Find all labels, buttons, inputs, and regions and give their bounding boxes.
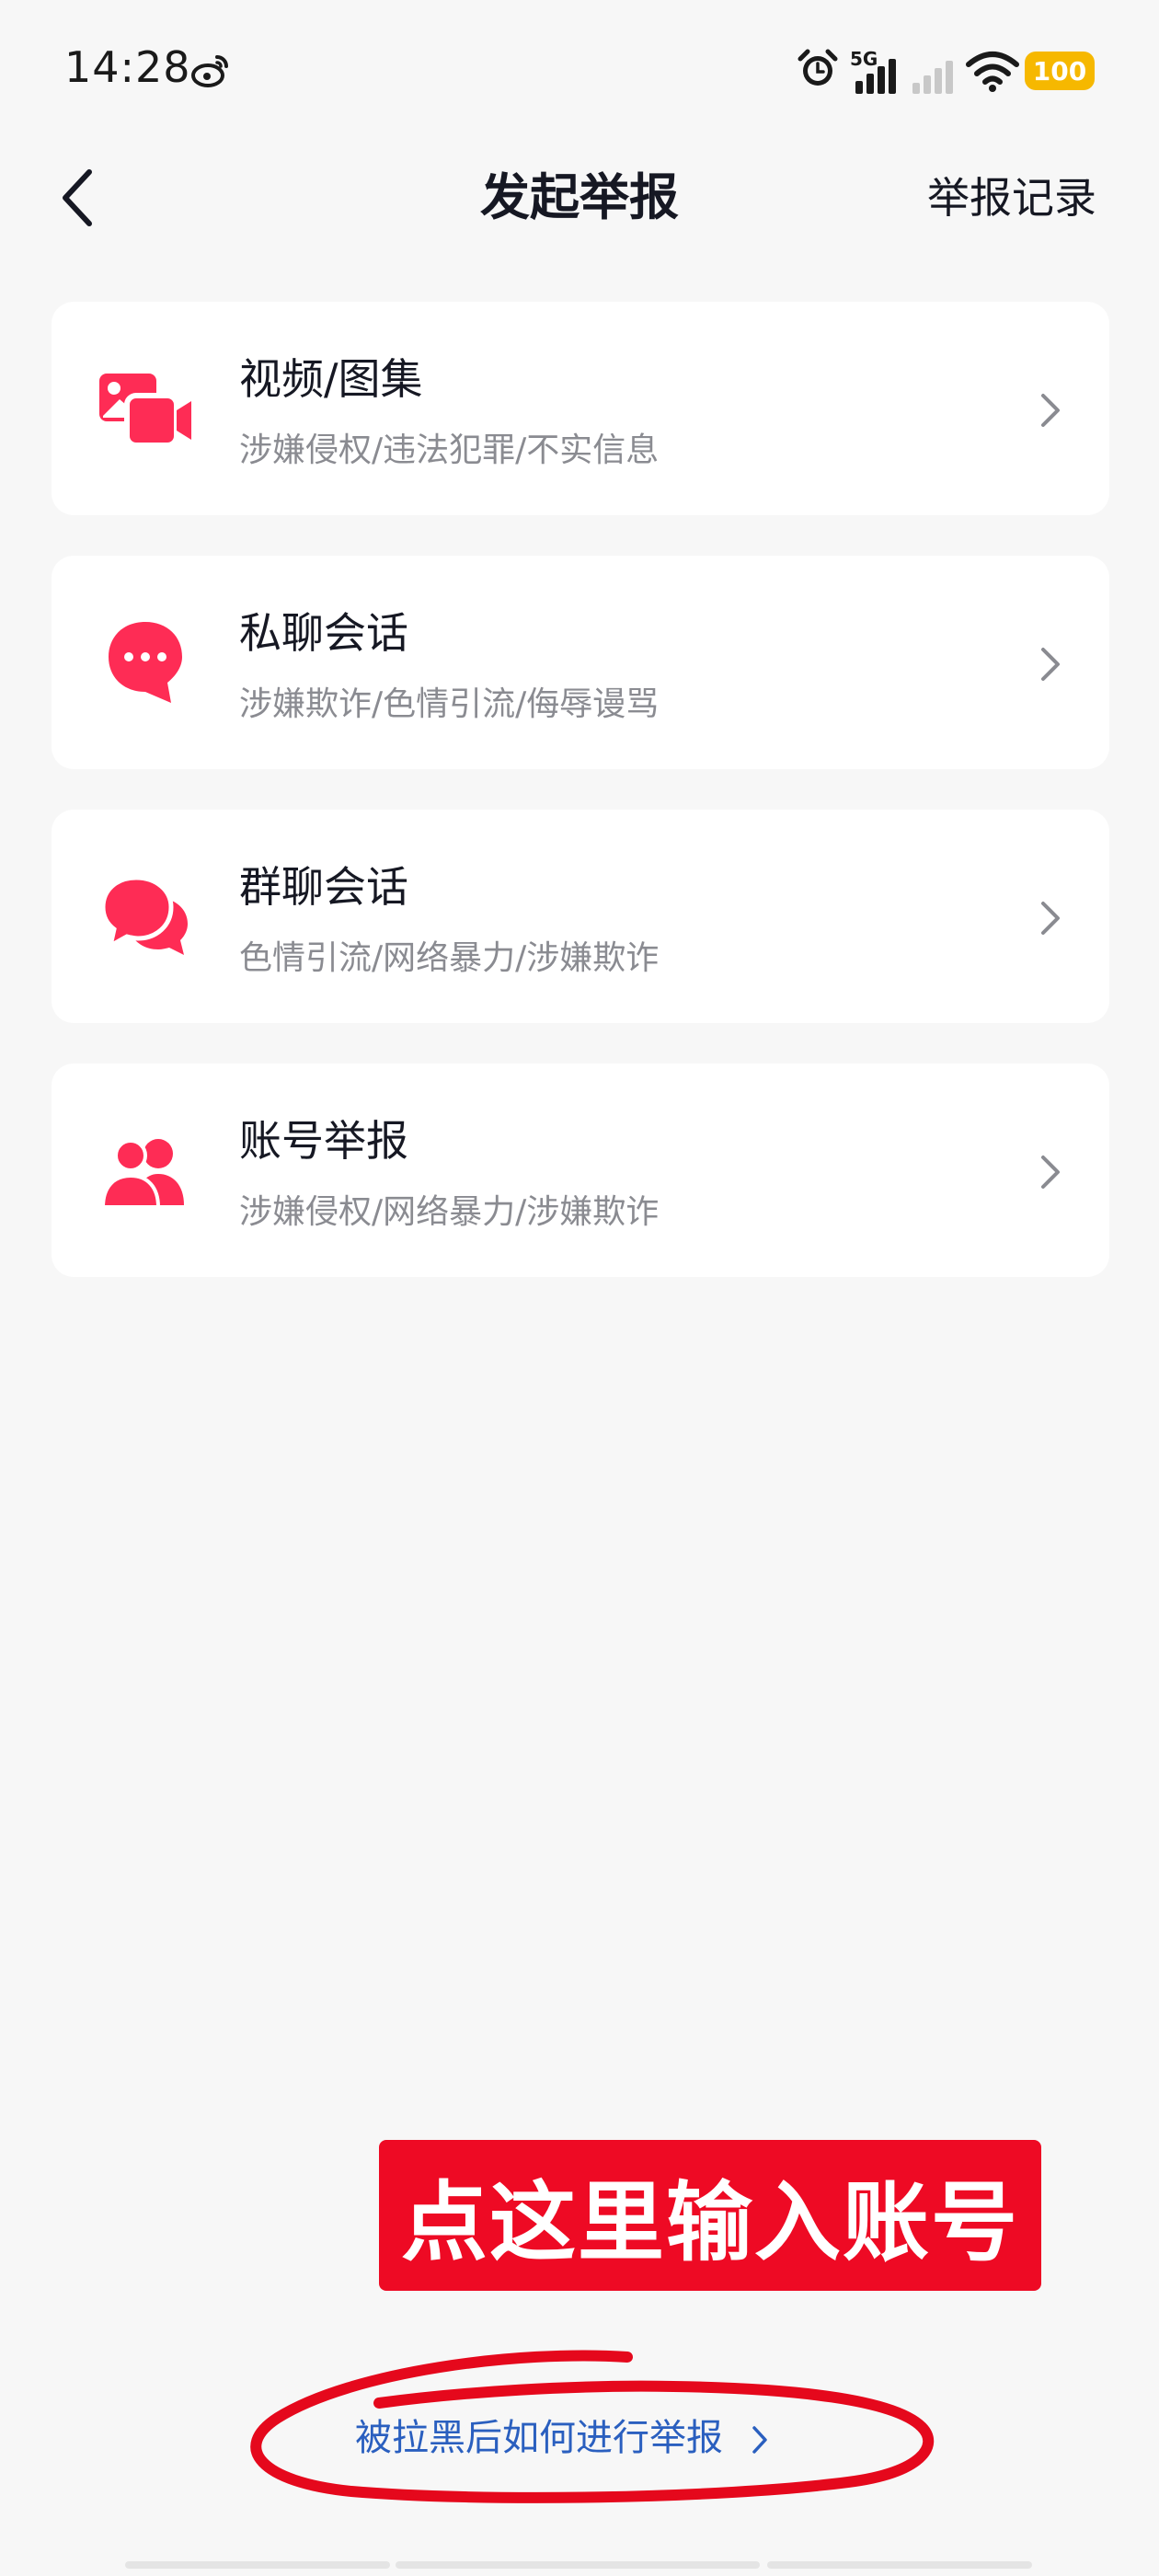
nav-indicator-segment (125, 2561, 390, 2569)
chevron-right-icon (1041, 648, 1060, 681)
report-records-link[interactable]: 举报记录 (927, 166, 1096, 230)
help-link-label: 被拉黑后如何进行举报 (355, 2417, 723, 2459)
back-button[interactable] (46, 166, 110, 230)
signal-strength-secondary-icon (912, 61, 953, 94)
report-option-title: 账号举报 (239, 1116, 408, 1166)
status-bar: 14:28 5G 100 (0, 0, 1159, 147)
chevron-right-icon (1041, 902, 1060, 935)
chevron-right-icon (1041, 394, 1060, 427)
report-option-subtitle: 涉嫌欺诈/色情引流/侮辱谩骂 (239, 685, 660, 723)
nav-indicator-segment (396, 2561, 760, 2569)
report-option-private-chat[interactable]: 私聊会话 涉嫌欺诈/色情引流/侮辱谩骂 (52, 556, 1109, 769)
report-option-subtitle: 涉嫌侵权/违法犯罪/不实信息 (239, 431, 660, 469)
report-option-video[interactable]: 视频/图集 涉嫌侵权/违法犯罪/不实信息 (52, 302, 1109, 515)
report-option-group-chat[interactable]: 群聊会话 色情引流/网络暴力/涉嫌欺诈 (52, 810, 1109, 1023)
nav-indicator-segment (767, 2561, 1032, 2569)
chevron-right-icon (752, 2426, 767, 2454)
chevron-left-icon (63, 169, 92, 226)
chevron-right-icon (1041, 1156, 1060, 1189)
video-gallery-icon (99, 374, 191, 448)
report-option-title: 视频/图集 (239, 354, 423, 404)
report-option-account[interactable]: 账号举报 涉嫌侵权/网络暴力/涉嫌欺诈 (52, 1064, 1109, 1277)
report-option-subtitle: 涉嫌侵权/网络暴力/涉嫌欺诈 (239, 1193, 660, 1231)
alarm-icon (798, 49, 838, 86)
weibo-icon (191, 55, 228, 87)
group-chat-icon (100, 875, 188, 955)
wifi-icon (966, 52, 1019, 92)
report-option-title: 群聊会话 (239, 862, 408, 912)
header: 发起举报 举报记录 (0, 147, 1159, 248)
chat-bubble-icon (109, 622, 182, 703)
blocked-report-help-link[interactable]: 被拉黑后如何进行举报 (355, 2410, 770, 2466)
battery-indicator: 100 (1025, 52, 1095, 90)
annotation-text: 点这里输入账号 (400, 2173, 1019, 2273)
annotation-banner: 点这里输入账号 (379, 2140, 1041, 2291)
battery-level: 100 (1032, 55, 1087, 86)
users-icon (100, 1139, 184, 1209)
signal-strength-icon (855, 59, 896, 94)
status-time: 14:28 (64, 42, 191, 92)
report-option-subtitle: 色情引流/网络暴力/涉嫌欺诈 (239, 939, 660, 977)
gesture-nav-bar (125, 2561, 1032, 2570)
report-option-title: 私聊会话 (239, 608, 408, 658)
